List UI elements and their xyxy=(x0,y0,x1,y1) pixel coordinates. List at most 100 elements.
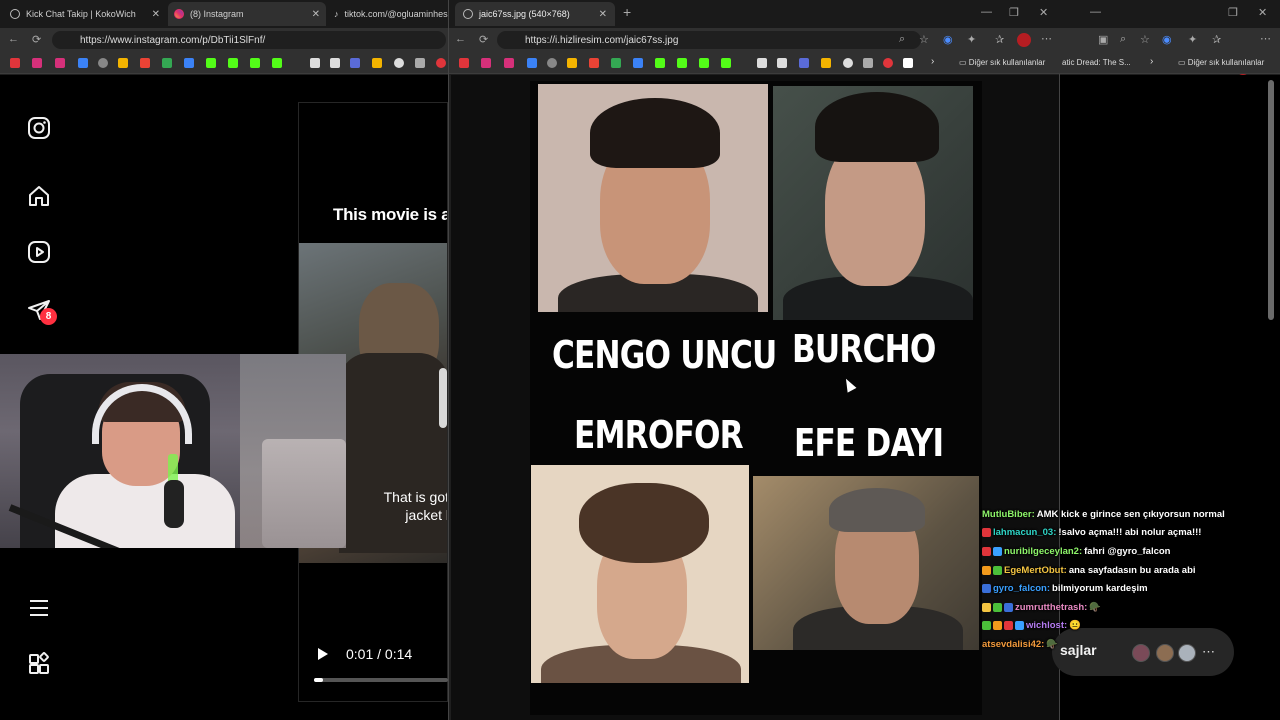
favorites-icon[interactable]: ✰ xyxy=(1212,33,1221,46)
files-bookmark-icon[interactable] xyxy=(78,58,88,68)
reload-icon[interactable]: ⟳ xyxy=(32,33,41,46)
gmail-bookmark-icon[interactable] xyxy=(140,58,150,68)
url-field[interactable]: https://www.instagram.com/p/DbTii1SlFnf/ xyxy=(52,31,446,49)
new-tab-icon[interactable]: + xyxy=(623,4,631,20)
bookmark-icon[interactable] xyxy=(394,58,404,68)
bookmark-icon[interactable] xyxy=(843,58,853,68)
chat-username[interactable]: atsevdalisi42: xyxy=(982,639,1044,650)
zoom-icon[interactable]: ⌕ xyxy=(899,33,905,46)
chat-username[interactable]: nuribilgeceylan2: xyxy=(1004,546,1082,557)
bookmark-icon[interactable] xyxy=(372,58,382,68)
web-bookmark-icon[interactable] xyxy=(98,58,108,68)
home-icon[interactable] xyxy=(26,183,52,209)
extension-icon[interactable]: ◉ xyxy=(943,33,953,46)
bookmark-icon[interactable] xyxy=(821,58,831,68)
chat-username[interactable]: MutluBiber: xyxy=(982,509,1035,520)
close-tab-icon[interactable]: ✕ xyxy=(312,9,320,20)
chat-username[interactable]: zumrutthetrash: xyxy=(1015,602,1087,613)
x-bookmark-icon[interactable] xyxy=(777,58,787,68)
reels-icon[interactable] xyxy=(26,239,52,265)
zoom-icon[interactable]: ⌕ xyxy=(1120,33,1126,46)
chevron-right-icon[interactable]: › xyxy=(931,56,934,67)
close-window-icon[interactable]: ✕ xyxy=(1039,6,1048,19)
kick-bookmark-icon[interactable] xyxy=(272,58,282,68)
other-favorites-folder[interactable]: ▭ Diğer sık kullanılanlar xyxy=(959,58,1045,67)
chat-username[interactable]: EgeMertObut: xyxy=(1004,565,1067,576)
minimize-icon[interactable]: — xyxy=(1090,6,1101,18)
instagram-bookmark-icon[interactable] xyxy=(32,58,42,68)
apps-icon[interactable] xyxy=(26,651,52,677)
kick-bookmark-icon[interactable] xyxy=(677,58,687,68)
restore-icon[interactable]: ❐ xyxy=(1009,6,1019,19)
bookmark-icon[interactable] xyxy=(883,58,893,68)
chat-username[interactable]: wichlost: xyxy=(1026,620,1067,631)
chat-badge-icon xyxy=(982,602,991,612)
progress-bar[interactable] xyxy=(314,678,448,682)
kick-bookmark-icon[interactable] xyxy=(228,58,238,68)
tab-kick-chat[interactable]: Kick Chat Takip | KokoWich ✕ xyxy=(4,2,166,26)
scrollbar[interactable] xyxy=(1268,80,1274,320)
bookmark-static-dread[interactable]: atic Dread: The S... xyxy=(1062,58,1131,67)
kick-bookmark-icon[interactable] xyxy=(206,58,216,68)
reload-icon[interactable]: ⟳ xyxy=(479,33,488,46)
other-favorites-folder[interactable]: ▭ Diğer sık kullanılanlar xyxy=(1178,58,1264,67)
reel-scroll-handle[interactable] xyxy=(439,368,447,428)
url-field[interactable]: https://i.hizliresim.com/jaic67ss.jpg xyxy=(497,31,921,49)
tab-instagram[interactable]: (8) Instagram ✕ xyxy=(168,2,326,26)
bookmark-icon[interactable] xyxy=(184,58,194,68)
tab-groups-icon[interactable]: ▣ xyxy=(1098,33,1108,46)
youtube-bookmark-icon[interactable] xyxy=(10,58,20,68)
bookmark-icon[interactable] xyxy=(436,58,446,68)
photo-emrofor xyxy=(531,465,749,683)
favorites-icon[interactable]: ✰ xyxy=(995,33,1004,46)
kick-bookmark-icon[interactable] xyxy=(655,58,665,68)
apps-bookmark-icon[interactable] xyxy=(567,58,577,68)
back-icon[interactable]: ← xyxy=(8,33,19,45)
instagram-bookmark-icon[interactable] xyxy=(481,58,491,68)
web-bookmark-icon[interactable] xyxy=(547,58,557,68)
apps-bookmark-icon[interactable] xyxy=(118,58,128,68)
restore-icon[interactable]: ❐ xyxy=(1228,6,1238,19)
tab-tiktok[interactable]: ♪ tiktok.com/@ogluaminhesap xyxy=(328,2,448,26)
instagram-logo-icon[interactable] xyxy=(26,115,52,141)
drive-bookmark-icon[interactable] xyxy=(611,58,621,68)
play-icon[interactable] xyxy=(318,648,328,660)
bookmark-icon[interactable] xyxy=(350,58,360,68)
gmail-bookmark-icon[interactable] xyxy=(589,58,599,68)
instagram-bookmark-icon[interactable] xyxy=(504,58,514,68)
close-tab-icon[interactable]: ✕ xyxy=(599,9,607,20)
bookmark-icon[interactable] xyxy=(903,58,913,68)
favorite-star-icon[interactable]: ☆ xyxy=(919,33,929,46)
x-bookmark-icon[interactable] xyxy=(330,58,340,68)
bookmark-icon[interactable] xyxy=(863,58,873,68)
tab-image[interactable]: jaic67ss.jpg (540×768) ✕ xyxy=(455,2,615,26)
menu-icon[interactable] xyxy=(26,595,52,621)
subtitle-line-2: jacket l xyxy=(405,507,448,523)
chat-username[interactable]: gyro_falcon: xyxy=(993,583,1050,594)
more-menu-icon[interactable]: ⋯ xyxy=(1041,32,1052,45)
back-icon[interactable]: ← xyxy=(455,33,466,45)
instagram-bookmark-icon[interactable] xyxy=(55,58,65,68)
chevron-right-icon[interactable]: › xyxy=(1150,56,1153,67)
favorite-star-icon[interactable]: ☆ xyxy=(1140,33,1150,46)
bookmark-icon[interactable] xyxy=(415,58,425,68)
extension-icon[interactable]: ◉ xyxy=(1162,33,1172,46)
files-bookmark-icon[interactable] xyxy=(527,58,537,68)
bookmark-icon[interactable] xyxy=(310,58,320,68)
youtube-bookmark-icon[interactable] xyxy=(459,58,469,68)
kick-bookmark-icon[interactable] xyxy=(250,58,260,68)
kick-bookmark-icon[interactable] xyxy=(721,58,731,68)
drive-bookmark-icon[interactable] xyxy=(162,58,172,68)
kick-bookmark-icon[interactable] xyxy=(699,58,709,68)
more-menu-icon[interactable]: ⋯ xyxy=(1260,32,1271,45)
extensions-puzzle-icon[interactable]: ✦ xyxy=(967,33,976,46)
profile-avatar[interactable] xyxy=(1017,33,1031,47)
extensions-puzzle-icon[interactable]: ✦ xyxy=(1188,33,1197,46)
close-tab-icon[interactable]: ✕ xyxy=(152,9,160,20)
minimize-icon[interactable]: — xyxy=(981,6,992,18)
bookmark-icon[interactable] xyxy=(757,58,767,68)
close-window-icon[interactable]: ✕ xyxy=(1258,6,1267,19)
bookmark-icon[interactable] xyxy=(633,58,643,68)
chat-username[interactable]: lahmacun_03: xyxy=(993,527,1056,538)
bookmark-icon[interactable] xyxy=(799,58,809,68)
